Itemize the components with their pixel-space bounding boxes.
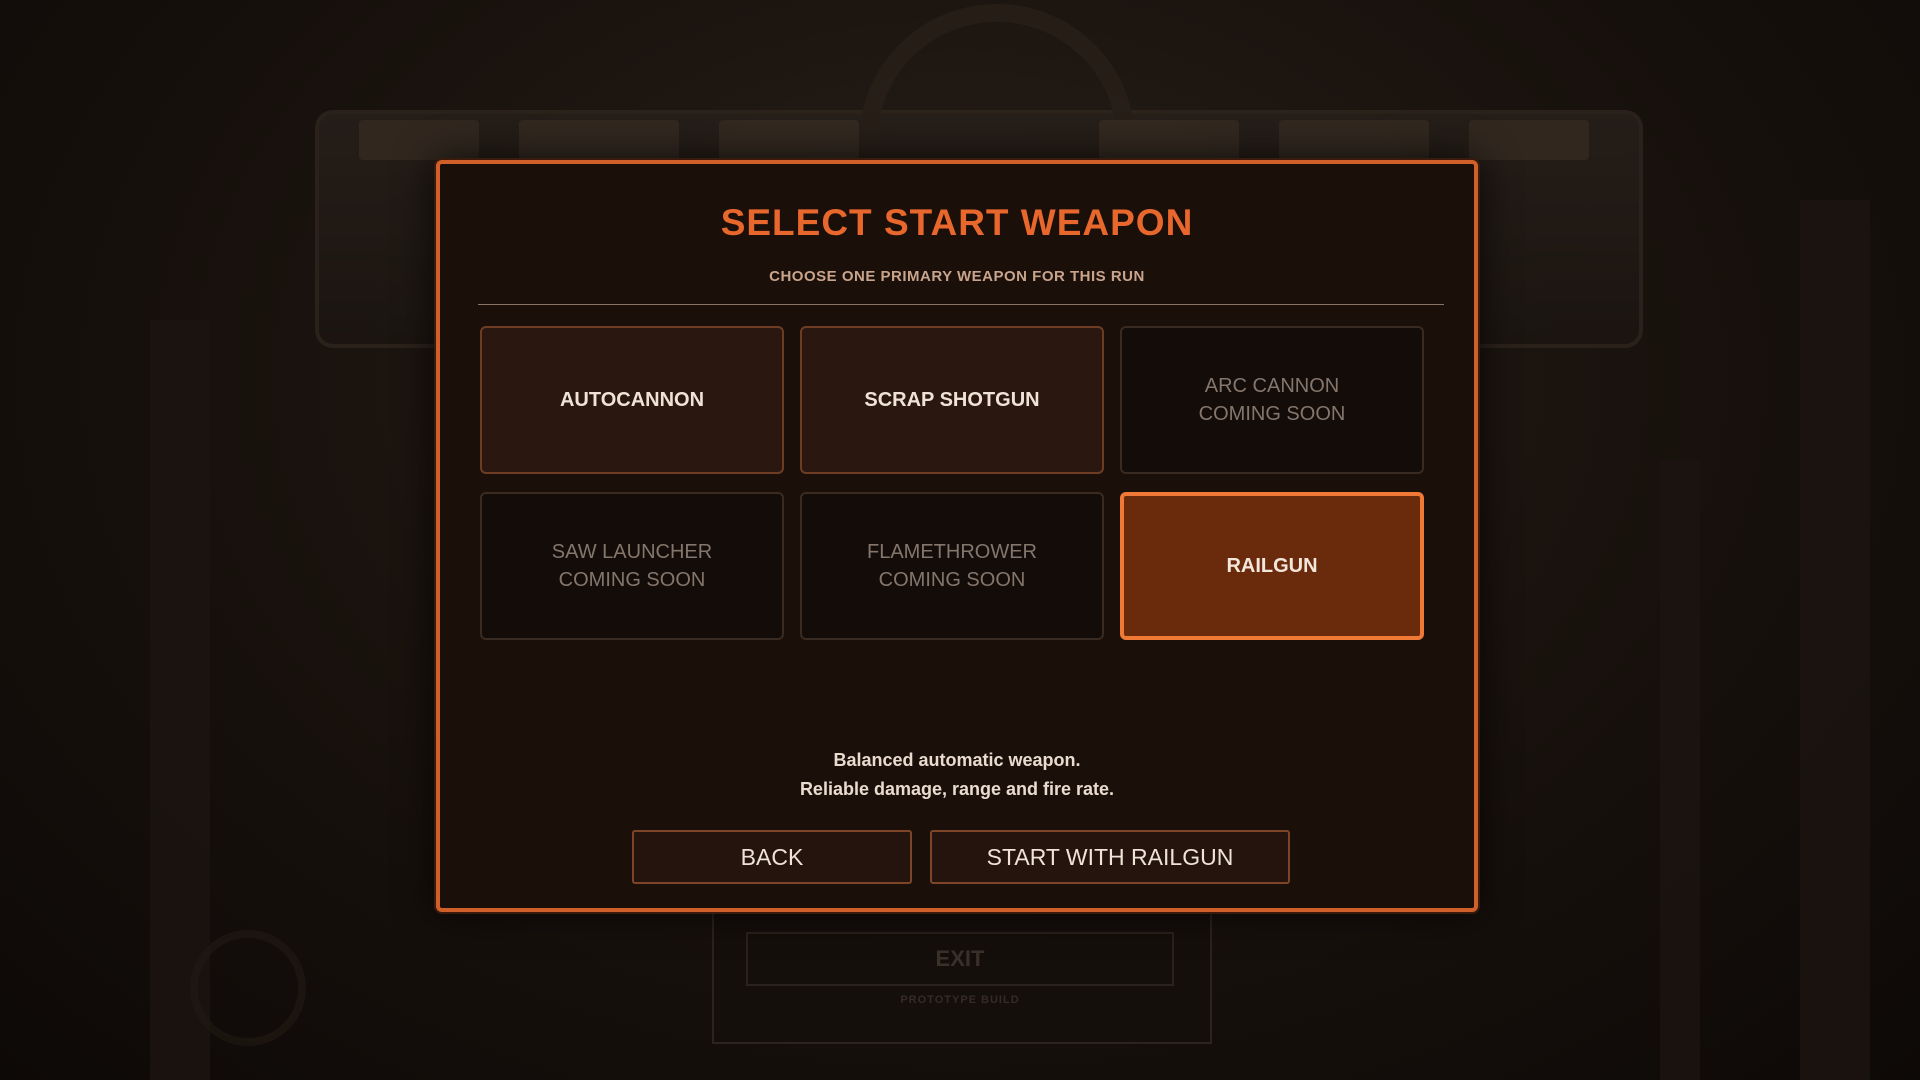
back-button[interactable]: BACK [632, 830, 912, 884]
logo-block [719, 120, 859, 160]
weapon-name: SCRAP SHOTGUN [864, 389, 1040, 411]
weapon-status: COMING SOON [1198, 403, 1346, 425]
weapon-name: ARC CANNON [1204, 375, 1340, 397]
dialog-subtitle: CHOOSE ONE PRIMARY WEAPON FOR THIS RUN [769, 268, 1145, 285]
weapon-status: COMING SOON [878, 569, 1026, 591]
weapon-name: SAW LAUNCHER [551, 541, 713, 563]
logo-block [1279, 120, 1429, 160]
background-gear-icon [190, 930, 306, 1046]
game-scene: EXIT PROTOTYPE BUILD SELECT START WEAPON… [0, 0, 1920, 1080]
select-weapon-dialog: SELECT START WEAPON CHOOSE ONE PRIMARY W… [436, 160, 1478, 912]
weapon-description: Balanced automatic weapon. Reliable dama… [440, 746, 1474, 804]
start-button[interactable]: START WITH RAILGUN [930, 830, 1290, 884]
logo-block [1099, 120, 1239, 160]
weapon-card-arc-cannon[interactable]: ARC CANNON COMING SOON [1120, 326, 1424, 474]
weapon-card-saw-launcher[interactable]: SAW LAUNCHER COMING SOON [480, 492, 784, 640]
dialog-title: SELECT START WEAPON [720, 202, 1194, 243]
description-line: Balanced automatic weapon. [833, 750, 1081, 770]
weapon-name: FLAMETHROWER [867, 541, 1037, 563]
weapon-name: AUTOCANNON [559, 389, 705, 411]
weapon-status: COMING SOON [558, 569, 706, 591]
logo-block [1469, 120, 1589, 160]
weapon-card-railgun[interactable]: RAILGUN [1120, 492, 1424, 640]
logo-block [359, 120, 479, 160]
background-tower [1800, 200, 1870, 1080]
background-tower [1660, 460, 1700, 1080]
weapon-card-scrap-shotgun[interactable]: SCRAP SHOTGUN [800, 326, 1104, 474]
background-exit-button: EXIT [746, 932, 1174, 986]
background-build-label: PROTOTYPE BUILD [900, 994, 1020, 1006]
weapon-card-flamethrower[interactable]: FLAMETHROWER COMING SOON [800, 492, 1104, 640]
weapon-grid: AUTOCANNON SCRAP SHOTGUN ARC CANNON COMI… [480, 326, 1424, 640]
weapon-card-autocannon[interactable]: AUTOCANNON [480, 326, 784, 474]
logo-block [519, 120, 679, 160]
weapon-name: RAILGUN [1226, 555, 1318, 577]
divider [478, 304, 1444, 305]
description-line: Reliable damage, range and fire rate. [799, 779, 1115, 799]
